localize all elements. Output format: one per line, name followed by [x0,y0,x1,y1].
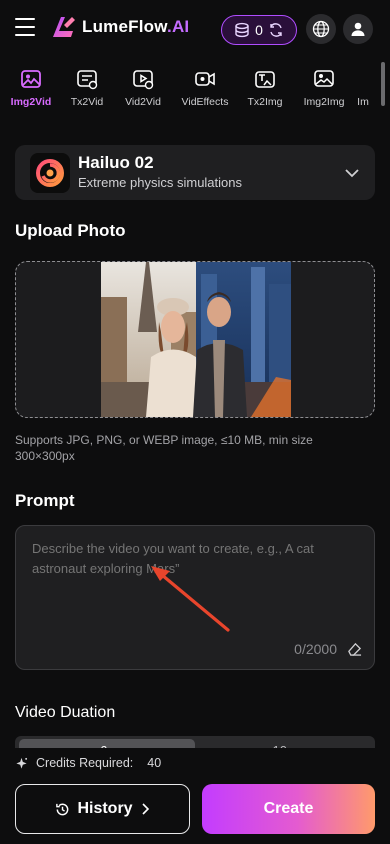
logo-mark-icon [53,17,75,37]
language-button[interactable] [306,14,336,44]
model-description: Extreme physics simulations [78,175,242,190]
upload-hint: Supports JPG, PNG, or WEBP image, ≤10 MB… [15,433,313,463]
tab-img2vid[interactable]: Img2Vid [0,68,62,108]
upload-title: Upload Photo [15,221,126,240]
brand-logo[interactable]: LumeFlow.AI [50,14,189,40]
image-swap-icon [314,70,334,87]
sparkle-icon [16,757,28,769]
image-icon [21,70,41,88]
credits-balance-button[interactable]: 0 [221,15,297,45]
prompt-char-counter: 0/2000 [294,641,337,657]
eraser-icon[interactable] [347,641,362,656]
spiral-icon [36,159,64,187]
video-camera-icon [195,72,215,86]
app-header: LumeFlow.AI 0 [0,0,390,58]
text-to-image-icon [255,71,275,88]
user-icon [351,22,365,36]
history-button[interactable]: History [15,784,190,834]
video-play-icon [133,70,154,90]
credits-required-value: 40 [147,756,162,770]
refresh-icon[interactable] [268,22,284,38]
globe-icon [312,20,330,38]
annotation-arrow [151,566,230,632]
coins-icon [235,22,249,38]
model-name: Hailuo 02 [78,153,154,172]
chevron-down-icon [345,169,359,178]
tab-videffects[interactable]: VidEffects [174,68,236,108]
credits-required: Credits Required: 40 [15,756,161,770]
bottom-action-bar: Credits Required: 40 History Create [0,748,390,844]
duration-title: Video Duation [15,704,116,721]
model-selector[interactable]: Hailuo 02 Extreme physics simulations [15,145,375,200]
tab-vid2vid[interactable]: Vid2Vid [112,68,174,108]
tab-partial[interactable]: Im [343,68,383,108]
model-logo [30,153,70,193]
photo-upload-area[interactable] [15,261,375,418]
create-button[interactable]: Create [202,784,375,834]
uploaded-photo [101,262,291,417]
tabs-scrollbar[interactable] [381,62,385,106]
brand-name: LumeFlow.AI [82,17,190,36]
history-label: History [77,800,133,817]
history-clock-icon [56,803,69,815]
create-label: Create [263,800,314,817]
menu-icon[interactable] [15,18,35,38]
tab-tx2img[interactable]: Tx2Img [234,68,296,108]
chevron-right-icon [141,803,149,815]
account-button[interactable] [343,14,373,44]
prompt-title: Prompt [15,491,75,510]
tool-tabs: Img2Vid Tx2Vid Vid2Vid VidEffects Tx2Img… [0,68,390,118]
text-image-icon [77,70,98,90]
credits-required-label: Credits Required: [36,756,134,770]
tab-tx2vid[interactable]: Tx2Vid [56,68,118,108]
credits-balance-value: 0 [255,22,263,38]
